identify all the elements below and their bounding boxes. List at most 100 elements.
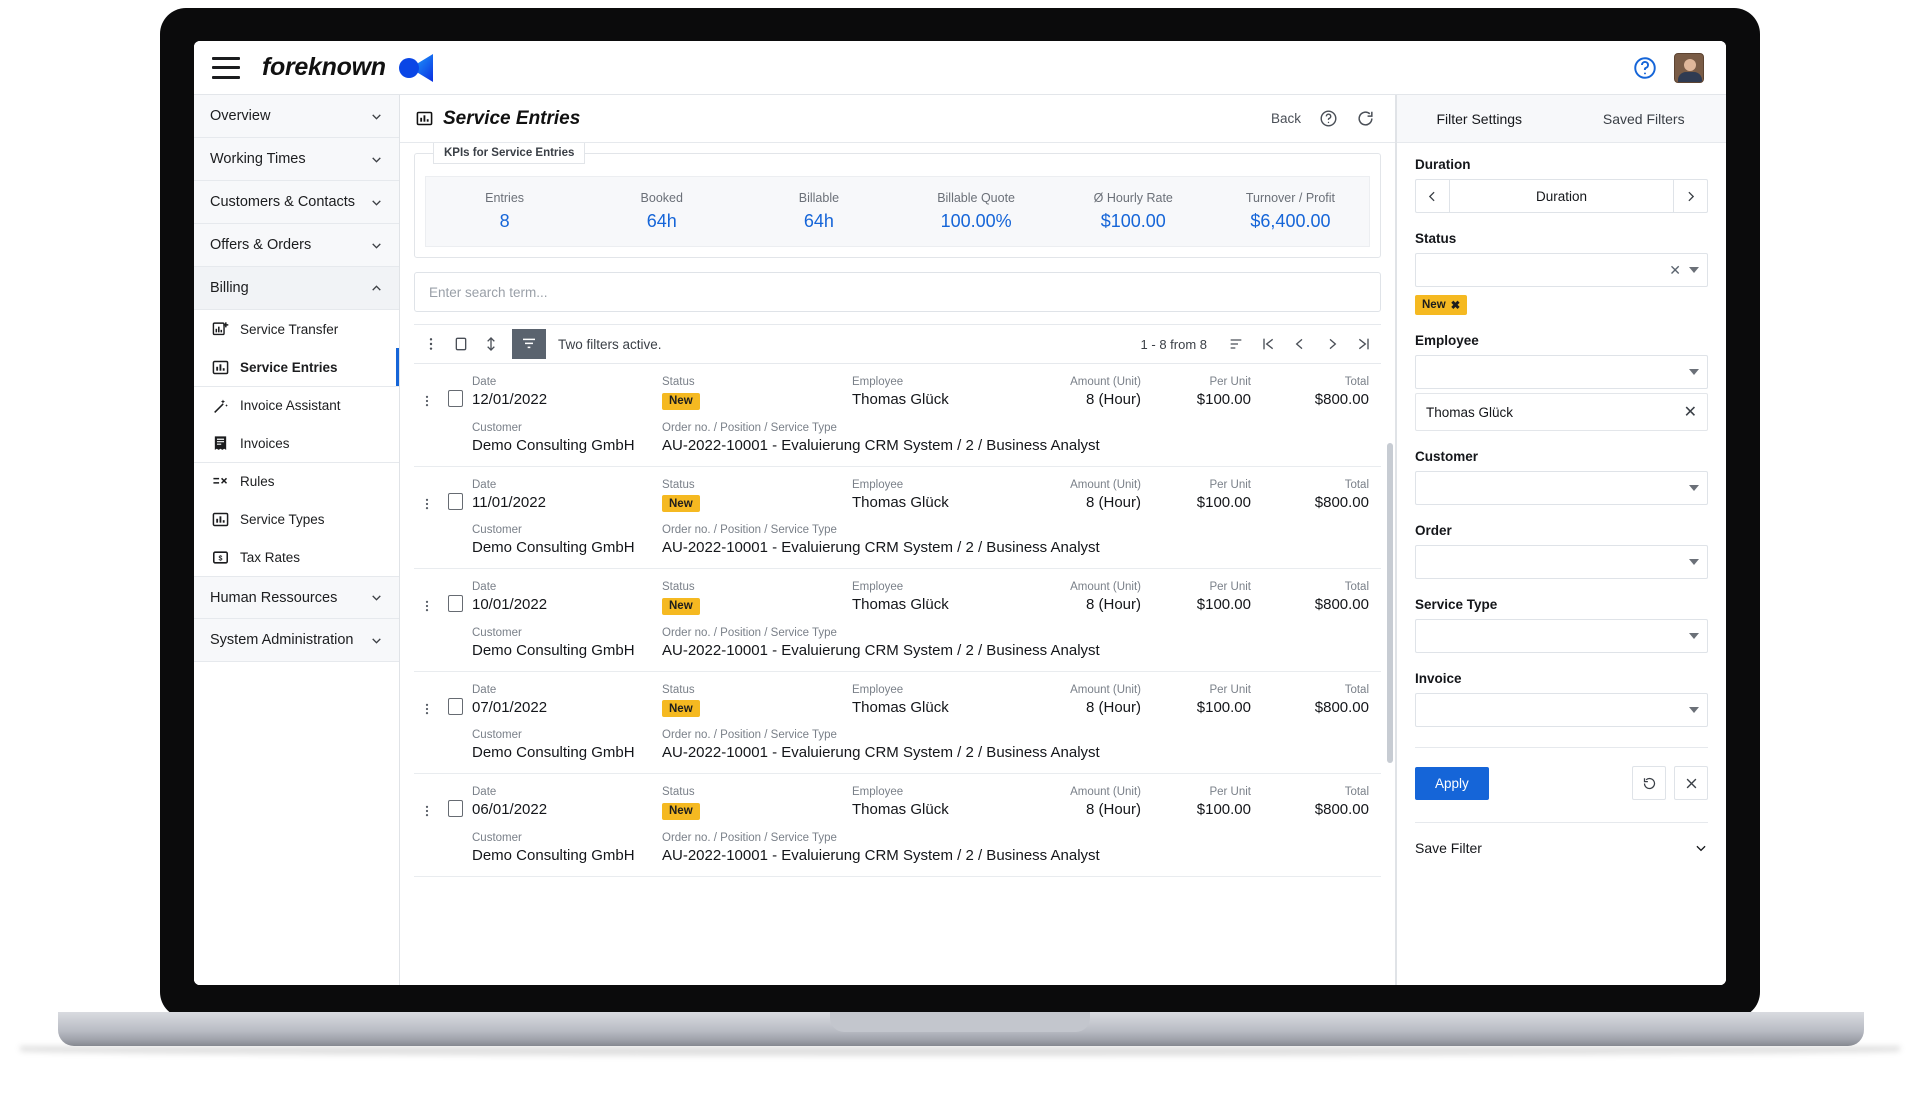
chevron-left-icon[interactable] [1416,180,1450,212]
row-checkbox[interactable] [447,492,463,510]
label-order: Order [1415,523,1452,538]
sidebar-item-service-types[interactable]: Service Types [194,500,399,538]
cell-value: AU-2022-10001 - Evaluierung CRM System /… [662,846,1100,864]
cell-value: $800.00 [1314,493,1369,511]
cell-value: AU-2022-10001 - Evaluierung CRM System /… [662,436,1100,454]
label-customer: Customer [1415,449,1479,464]
select-all-checkbox-icon[interactable] [446,329,476,359]
row-primary-line: Date 07/01/2022 Status New Employee Thom… [472,683,1379,717]
cell-caption: Employee [852,376,904,388]
cell-caption: Total [1344,581,1369,593]
status-badge: New [662,392,700,410]
sidebar-item-invoices[interactable]: Invoices [194,424,399,462]
customer-select[interactable] [1415,471,1708,505]
employee-select[interactable] [1415,355,1708,389]
hamburger-icon[interactable] [212,56,240,79]
tab-filter-settings[interactable]: Filter Settings [1397,95,1562,142]
sidebar-group-billing[interactable]: Billing [194,267,399,310]
cell-value: AU-2022-10001 - Evaluierung CRM System /… [662,641,1100,659]
service-type-select[interactable] [1415,619,1708,653]
sidebar-item-rules[interactable]: Rules [194,462,399,500]
invoice-select[interactable] [1415,693,1708,727]
sidebar-group-customers-contacts[interactable]: Customers & Contacts [194,181,399,224]
cell-date: Date 07/01/2022 [472,684,662,716]
sidebar-group-human-ressources[interactable]: Human Ressources [194,576,399,619]
cell-value: $100.00 [1196,391,1251,408]
table-row[interactable]: Date 06/01/2022 Status New Employee Thom… [414,774,1381,877]
page-title: Service Entries [416,108,580,130]
chevron-down-icon [1689,707,1699,713]
reset-icon[interactable] [1632,766,1666,800]
sidebar-item-invoice-assistant[interactable]: Invoice Assistant [194,386,399,424]
brand-logo[interactable]: foreknown [262,53,434,83]
sidebar-group-system-administration[interactable]: System Administration [194,619,399,662]
sort-lines-icon[interactable] [1221,329,1251,359]
table-row[interactable]: Date 12/01/2022 Status New Employee Thom… [414,364,1381,467]
sidebar-item-tax-rates[interactable]: $ Tax Rates [194,538,399,576]
refresh-icon[interactable] [1356,109,1375,128]
sidebar-item-service-entries[interactable]: Service Entries [194,348,399,386]
duration-value[interactable]: Duration [1450,180,1673,212]
cell-value: AU-2022-10001 - Evaluierung CRM System /… [662,744,1100,761]
cell-status: Status New [662,376,852,410]
chevron-right-icon[interactable] [1673,180,1707,212]
cell-value: New [662,494,844,512]
row-body: Date 10/01/2022 Status New Employee Thom… [472,581,1379,659]
table-row[interactable]: Date 11/01/2022 Status New Employee Thom… [414,467,1381,569]
pagination-range: 1 - 8 from 8 [1140,336,1207,352]
close-icon[interactable]: ✖ [1451,298,1461,312]
row-checkbox[interactable] [447,595,463,612]
kebab-menu-icon[interactable] [416,329,446,359]
search-input[interactable]: Enter search term... [414,272,1381,312]
user-avatar[interactable] [1674,52,1704,83]
page-prev-icon[interactable] [1285,329,1315,359]
page-next-icon[interactable] [1317,329,1347,359]
page-last-icon[interactable] [1349,329,1379,359]
status-select[interactable]: ✕ [1415,253,1708,287]
cell-value: $100.00 [1196,698,1251,716]
sidebar-item-label: Service Transfer [240,321,339,337]
help-circle-icon[interactable] [1319,109,1338,128]
sidebar-group-label: Working Times [210,151,306,167]
page-first-icon[interactable] [1253,329,1283,359]
cell-caption: Per Unit [1209,683,1251,696]
row-menu-icon[interactable] [416,684,438,716]
status-chip-new[interactable]: New ✖ [1415,295,1468,315]
funnel-icon[interactable] [512,329,546,359]
close-icon[interactable]: ✕ [1684,402,1697,422]
sidebar: Overview Working Times Customers & Conta… [194,95,400,985]
status-clear-icon[interactable]: ✕ [1669,262,1681,279]
kpi-label: Billable Quote [937,191,1016,205]
row-primary-line: Date 10/01/2022 Status New Employee Thom… [472,581,1379,615]
cell-value: 8 (Hour) [1085,493,1141,511]
sort-updown-icon[interactable] [476,329,506,359]
row-menu-icon[interactable] [416,786,438,818]
table-row[interactable]: Date 10/01/2022 Status New Employee Thom… [414,569,1381,672]
row-checkbox[interactable] [447,800,463,817]
sidebar-item-service-transfer[interactable]: Service Transfer [194,310,399,348]
cell-total: Total $800.00 [1259,786,1379,818]
row-primary-line: Date 06/01/2022 Status New Employee Thom… [472,786,1379,820]
employee-token-label: Thomas Glück [1426,404,1514,420]
chart-bar-icon [212,360,229,374]
main-scrollbar[interactable] [1387,443,1393,763]
apply-button[interactable]: Apply [1415,766,1489,800]
sidebar-group-overview[interactable]: Overview [194,95,399,138]
row-menu-icon[interactable] [416,479,438,511]
clear-x-icon[interactable] [1674,766,1708,800]
cell-caption: Per Unit [1209,581,1251,593]
row-menu-icon[interactable] [416,376,438,408]
row-checkbox[interactable] [447,697,463,715]
back-button[interactable]: Back [1271,111,1301,126]
row-menu-icon[interactable] [416,581,438,613]
status-chip-label: New [1422,299,1446,311]
order-select[interactable] [1415,545,1708,579]
save-filter-section[interactable]: Save Filter [1415,822,1708,872]
row-checkbox[interactable] [447,390,463,407]
sidebar-group-offers-orders[interactable]: Offers & Orders [194,224,399,267]
help-circle-icon[interactable] [1630,53,1660,83]
table-row[interactable]: Date 07/01/2022 Status New Employee Thom… [414,672,1381,774]
cell-customer: Customer Demo Consulting GmbH [472,422,662,454]
sidebar-group-working-times[interactable]: Working Times [194,138,399,181]
tab-saved-filters[interactable]: Saved Filters [1562,95,1727,142]
